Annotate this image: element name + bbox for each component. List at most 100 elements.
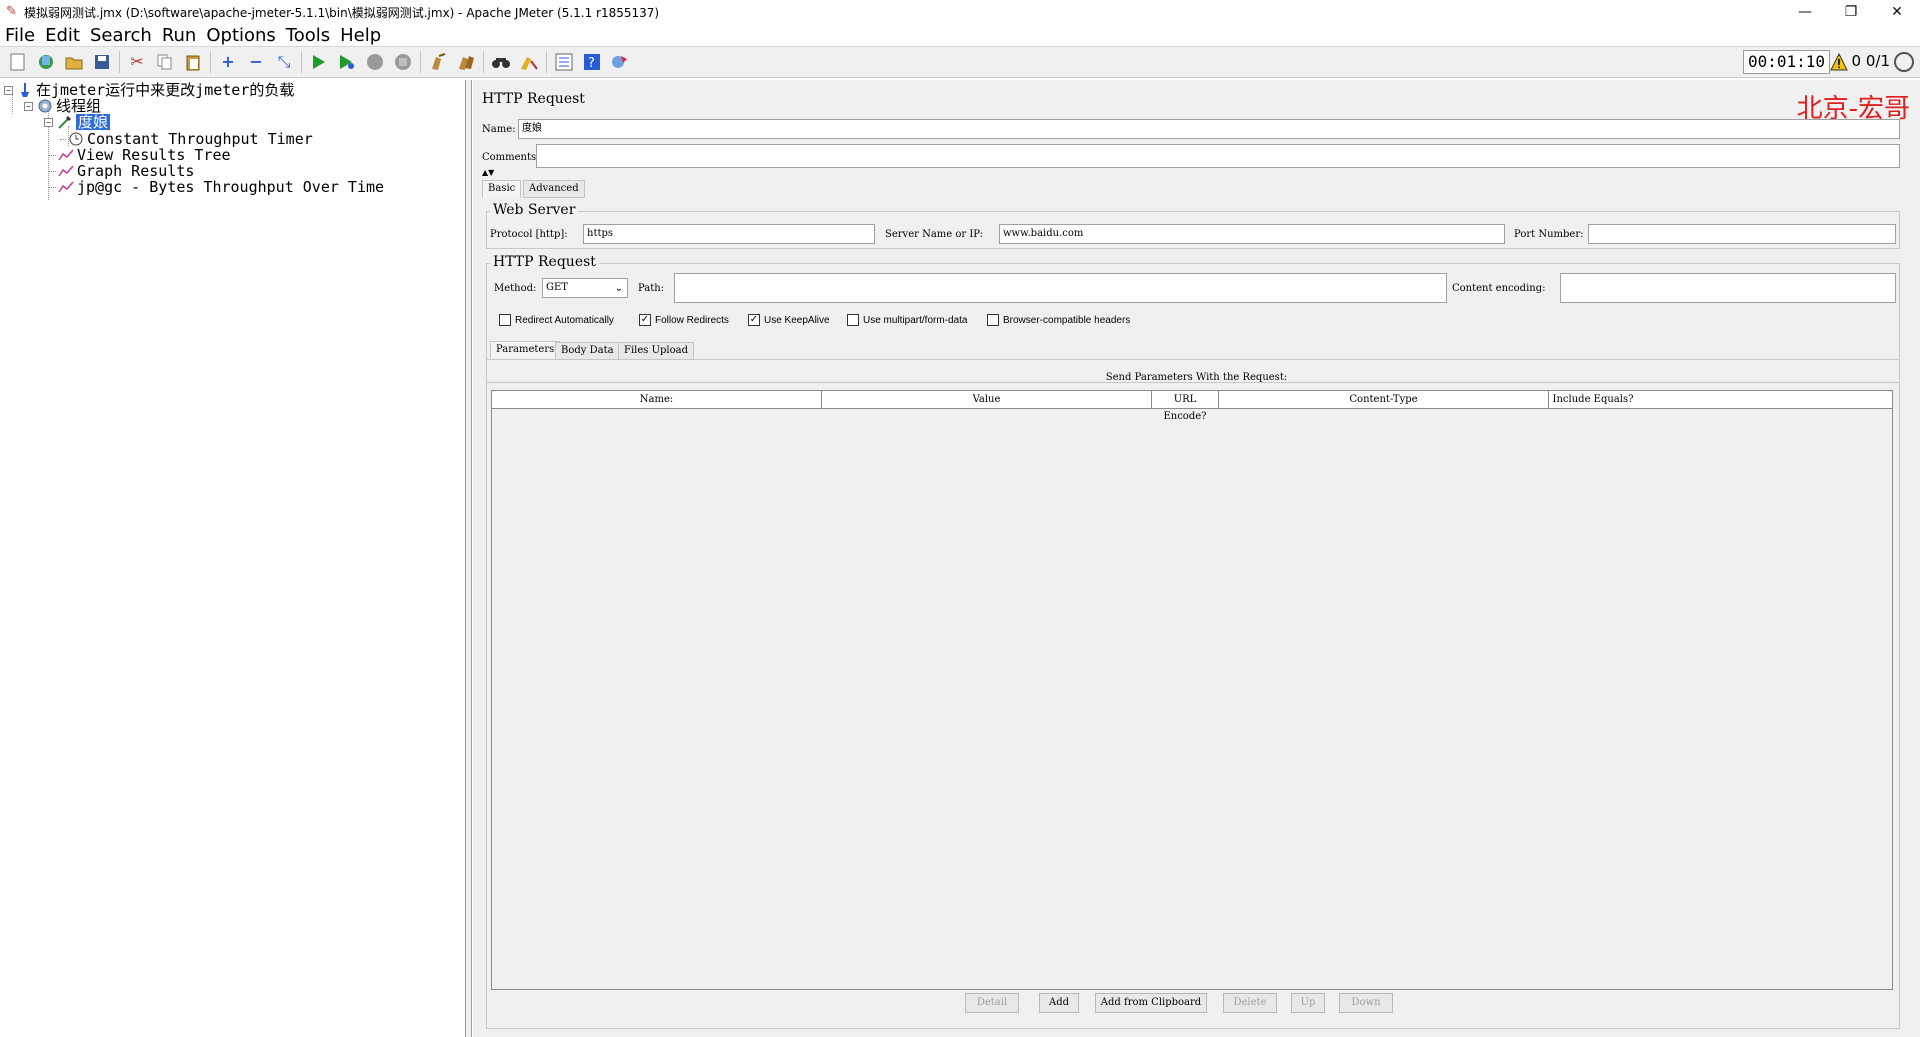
comments-field[interactable] bbox=[536, 144, 1900, 168]
tab-advanced[interactable]: Advanced bbox=[523, 180, 585, 198]
close-button[interactable]: ✕ bbox=[1874, 0, 1920, 24]
use-keepalive-checkbox[interactable]: ✓ Use KeepAlive bbox=[748, 314, 830, 326]
tree-node-label: View Results Tree bbox=[77, 146, 231, 164]
tree-node-timer[interactable]: Constant Throughput Timer bbox=[60, 131, 313, 147]
follow-redirects-checkbox[interactable]: ✓ Follow Redirects bbox=[639, 314, 729, 326]
collapse-toggle-icon[interactable]: − bbox=[4, 85, 13, 95]
web-server-title: Web Server bbox=[490, 202, 579, 218]
menu-run[interactable]: Run bbox=[157, 25, 202, 46]
checkbox-box[interactable] bbox=[987, 314, 999, 326]
cut-icon[interactable]: ✂ bbox=[126, 51, 148, 73]
tree-node-label: jp@gc - Bytes Throughput Over Time bbox=[77, 178, 385, 196]
http-request-panel: HTTP Request 北京-宏哥 Name: 度娘 Comments: ▲▼… bbox=[473, 80, 1920, 1037]
checkmark-icon[interactable]: ✓ bbox=[748, 314, 760, 326]
add-button[interactable]: Add bbox=[1039, 993, 1079, 1013]
tree-node-sampler[interactable]: − 度娘 bbox=[44, 113, 111, 131]
checkbox-box[interactable] bbox=[847, 314, 859, 326]
collapse-arrows-icon[interactable]: ▲▼ bbox=[482, 168, 494, 177]
menu-edit[interactable]: Edit bbox=[40, 25, 85, 46]
down-button[interactable]: Down bbox=[1339, 993, 1393, 1013]
tab-body-data[interactable]: Body Data bbox=[555, 342, 620, 360]
menu-search[interactable]: Search bbox=[85, 25, 157, 46]
column-header-url-encode[interactable]: URL Encode? bbox=[1152, 391, 1219, 422]
reset-search-icon[interactable] bbox=[518, 51, 540, 73]
content-encoding-field[interactable] bbox=[1560, 273, 1896, 303]
expand-icon[interactable]: + bbox=[217, 51, 239, 73]
window-title: 模拟弱网测试.jmx (D:\software\apache-jmeter-5.… bbox=[24, 5, 660, 20]
path-field[interactable] bbox=[674, 273, 1447, 303]
collapse-toggle-icon[interactable]: − bbox=[24, 101, 33, 111]
tree-node-listener-results-tree[interactable]: View Results Tree bbox=[44, 147, 231, 163]
redirect-automatically-checkbox[interactable]: Redirect Automatically bbox=[499, 314, 614, 326]
log-viewer-icon[interactable] bbox=[609, 51, 631, 73]
stop-icon[interactable] bbox=[364, 51, 386, 73]
column-header-value[interactable]: Value bbox=[822, 391, 1152, 408]
listener-chart-icon bbox=[58, 179, 74, 195]
toolbar-separator bbox=[546, 51, 547, 73]
menu-file[interactable]: File bbox=[0, 25, 40, 46]
paste-icon[interactable] bbox=[182, 51, 204, 73]
use-multipart-checkbox[interactable]: Use multipart/form-data bbox=[847, 314, 967, 326]
start-no-pauses-icon[interactable] bbox=[336, 51, 358, 73]
column-header-content-type[interactable]: Content-Type bbox=[1219, 391, 1549, 408]
checkbox-label: Use KeepAlive bbox=[764, 314, 830, 326]
restore-button[interactable]: ❐ bbox=[1828, 0, 1874, 24]
tree-node-label: 线程组 bbox=[56, 97, 102, 115]
toggle-icon[interactable]: ⤡ bbox=[273, 51, 295, 73]
toolbar-separator bbox=[420, 51, 421, 73]
search-icon[interactable] bbox=[490, 51, 512, 73]
tree-node-test-plan[interactable]: − 在jmeter运行中来更改jmeter的负载 bbox=[4, 82, 294, 98]
save-icon[interactable] bbox=[91, 51, 113, 73]
name-field[interactable]: 度娘 bbox=[518, 119, 1900, 139]
server-name-field[interactable]: www.baidu.com bbox=[999, 224, 1505, 244]
column-header-include-equals[interactable]: Include Equals? bbox=[1549, 391, 1637, 408]
tree-node-thread-group[interactable]: − 线程组 bbox=[24, 98, 101, 114]
menu-help[interactable]: Help bbox=[335, 25, 386, 46]
column-header-name[interactable]: Name: bbox=[492, 391, 822, 408]
method-select[interactable]: GET ⌄ bbox=[542, 278, 628, 298]
chevron-down-icon: ⌄ bbox=[614, 283, 623, 294]
split-pane-divider[interactable] bbox=[466, 80, 472, 1037]
tree-node-listener-bytes-throughput[interactable]: jp@gc - Bytes Throughput Over Time bbox=[44, 179, 384, 195]
warning-icon[interactable] bbox=[1830, 52, 1848, 71]
templates-icon[interactable] bbox=[35, 51, 57, 73]
browser-compatible-headers-checkbox[interactable]: Browser-compatible headers bbox=[987, 314, 1130, 326]
tab-parameters[interactable]: Parameters bbox=[490, 341, 561, 359]
open-icon[interactable] bbox=[63, 51, 85, 73]
help-icon[interactable]: ? bbox=[581, 51, 603, 73]
remote-status-icon bbox=[1894, 52, 1914, 72]
toolbar-separator bbox=[119, 51, 120, 73]
menu-tools[interactable]: Tools bbox=[281, 25, 335, 46]
tab-files-upload[interactable]: Files Upload bbox=[618, 342, 694, 360]
toolbar-separator bbox=[301, 51, 302, 73]
add-from-clipboard-button[interactable]: Add from Clipboard bbox=[1095, 993, 1207, 1013]
checkmark-icon[interactable]: ✓ bbox=[639, 314, 651, 326]
port-label: Port Number: bbox=[1514, 229, 1584, 240]
clear-icon[interactable] bbox=[427, 51, 449, 73]
collapse-toggle-icon[interactable]: − bbox=[44, 117, 53, 127]
tree-connector bbox=[48, 187, 56, 188]
port-field[interactable] bbox=[1588, 224, 1896, 244]
tree-node-label-selected: 度娘 bbox=[76, 113, 111, 131]
name-label: Name: bbox=[482, 124, 516, 135]
detail-button[interactable]: Detail bbox=[965, 993, 1019, 1013]
minimize-button[interactable]: — bbox=[1782, 0, 1828, 24]
function-helper-icon[interactable] bbox=[553, 51, 575, 73]
start-icon[interactable] bbox=[308, 51, 330, 73]
clear-all-icon[interactable] bbox=[455, 51, 477, 73]
thread-status: 0 0/1 bbox=[1852, 52, 1890, 70]
up-button[interactable]: Up bbox=[1291, 993, 1325, 1013]
parameters-table[interactable]: Name: Value URL Encode? Content-Type Inc… bbox=[491, 390, 1893, 990]
collapse-icon[interactable]: − bbox=[245, 51, 267, 73]
tab-basic[interactable]: Basic bbox=[482, 180, 522, 198]
new-icon[interactable] bbox=[7, 51, 29, 73]
copy-icon[interactable] bbox=[154, 51, 176, 73]
delete-button[interactable]: Delete bbox=[1223, 993, 1277, 1013]
menu-options[interactable]: Options bbox=[201, 25, 280, 46]
shutdown-icon[interactable] bbox=[392, 51, 414, 73]
params-caption: Send Parameters With the Request: bbox=[1105, 372, 1288, 383]
protocol-field[interactable]: https bbox=[583, 224, 875, 244]
checkbox-box[interactable] bbox=[499, 314, 511, 326]
tree-node-listener-graph[interactable]: Graph Results bbox=[44, 163, 194, 179]
active-threads: 0/1 bbox=[1865, 52, 1890, 70]
